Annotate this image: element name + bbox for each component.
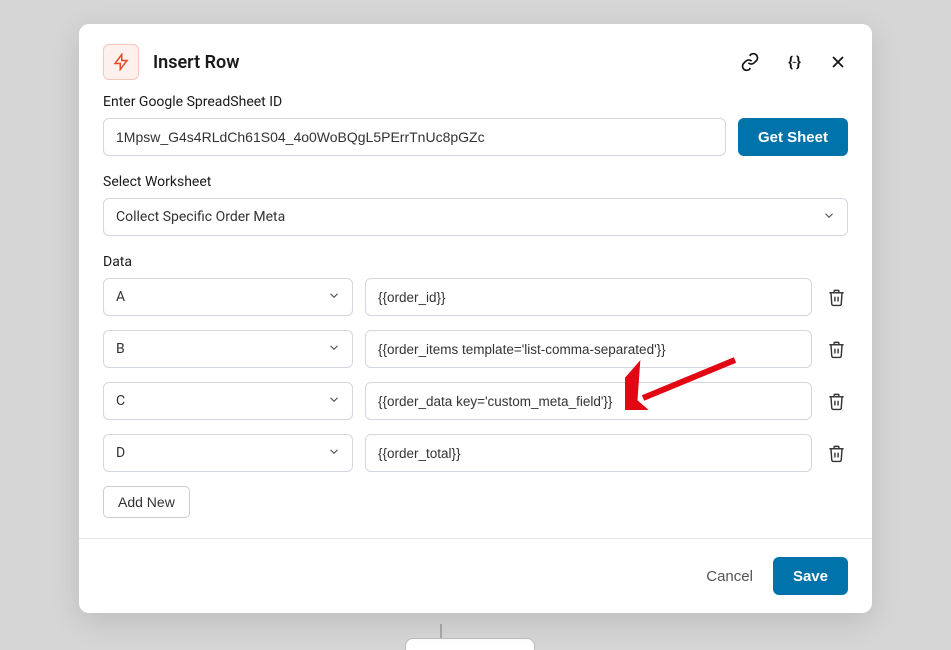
data-row: D	[103, 434, 848, 472]
flow-next-node-stub	[405, 638, 535, 650]
row-value-input[interactable]	[365, 434, 812, 472]
column-select[interactable]: B	[103, 330, 353, 368]
row-value-input[interactable]	[365, 278, 812, 316]
column-select-value: B	[116, 341, 125, 357]
delete-row-button[interactable]	[824, 337, 848, 361]
worksheet-select-value: Collect Specific Order Meta	[116, 209, 285, 225]
column-select[interactable]: C	[103, 382, 353, 420]
delete-row-button[interactable]	[824, 441, 848, 465]
modal-body: Enter Google SpreadSheet ID Get Sheet Se…	[79, 94, 872, 538]
add-new-button[interactable]: Add New	[103, 486, 190, 518]
insert-row-modal: Insert Row {...} Enter Google SpreadShee…	[79, 24, 872, 613]
header-actions: {...}	[740, 52, 848, 72]
modal-header: Insert Row {...}	[79, 24, 872, 94]
column-select-value: D	[116, 445, 125, 461]
variables-icon[interactable]: {...}	[784, 52, 804, 72]
link-icon[interactable]	[740, 52, 760, 72]
close-icon[interactable]	[828, 52, 848, 72]
data-section-label: Data	[103, 254, 848, 270]
column-select[interactable]: D	[103, 434, 353, 472]
cancel-button[interactable]: Cancel	[706, 568, 753, 585]
row-value-input[interactable]	[365, 330, 812, 368]
spreadsheet-id-input[interactable]	[103, 118, 726, 156]
worksheet-select[interactable]: Collect Specific Order Meta	[103, 198, 848, 236]
spreadsheet-id-label: Enter Google SpreadSheet ID	[103, 94, 848, 110]
delete-row-button[interactable]	[824, 285, 848, 309]
column-select-value: C	[116, 393, 125, 409]
delete-row-button[interactable]	[824, 389, 848, 413]
save-button[interactable]: Save	[773, 557, 848, 595]
data-row: C	[103, 382, 848, 420]
column-select[interactable]: A	[103, 278, 353, 316]
column-select-value: A	[116, 289, 125, 305]
modal-title: Insert Row	[153, 52, 740, 73]
data-row: B	[103, 330, 848, 368]
worksheet-label: Select Worksheet	[103, 174, 848, 190]
get-sheet-button[interactable]: Get Sheet	[738, 118, 848, 156]
modal-footer: Cancel Save	[79, 538, 872, 613]
row-value-input[interactable]	[365, 382, 812, 420]
lightning-icon	[103, 44, 139, 80]
data-row: A	[103, 278, 848, 316]
